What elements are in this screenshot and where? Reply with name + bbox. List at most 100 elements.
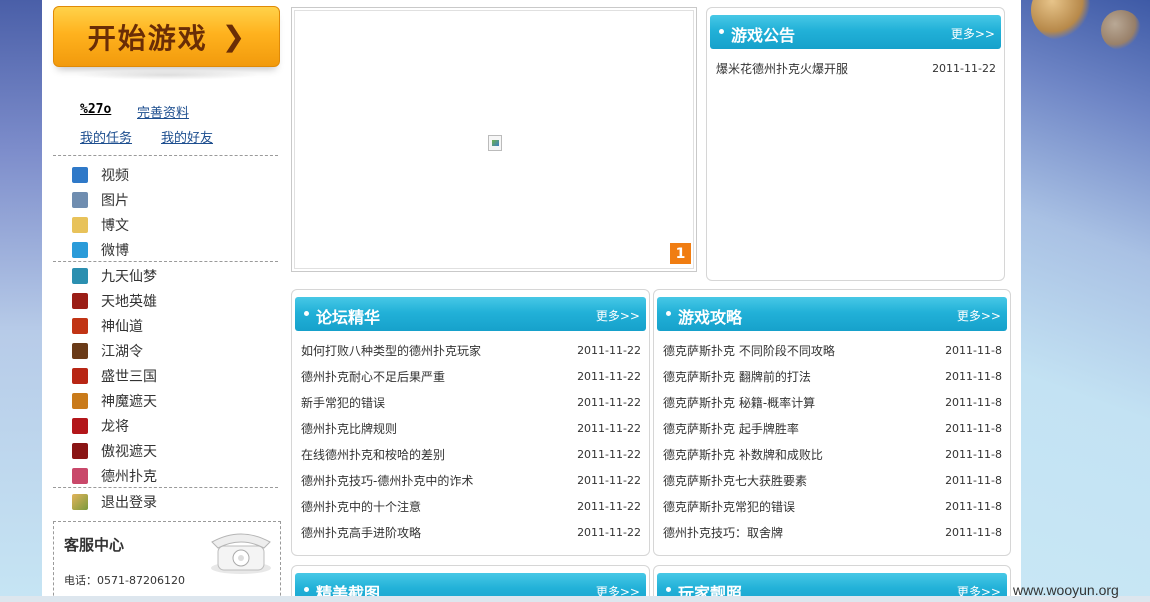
- forum-row: 如何打败八种类型的德州扑克玩家 2011-11-22: [301, 337, 641, 363]
- forum-panel: 论坛精华 更多>> 如何打败八种类型的德州扑克玩家 2011-11-22 德州扑克耐…: [291, 289, 650, 556]
- notice-panel: 游戏公告 更多>> 爆米花德州扑克火爆开服 2011-11-22: [706, 7, 1005, 281]
- button-shadow: [72, 70, 262, 80]
- guide-header: 游戏攻略 更多>>: [657, 297, 1007, 331]
- forum-more-link[interactable]: 更多>>: [596, 307, 640, 324]
- guide-link[interactable]: 德克萨斯扑克 起手牌胜率: [663, 420, 799, 437]
- shenxian-icon: [72, 318, 88, 334]
- guide-row: 德克萨斯扑克七大获胜要素 2011-11-8: [663, 467, 1002, 493]
- notice-row: 爆米花德州扑克火爆开服 2011-11-22: [716, 55, 996, 81]
- bullet-icon: [719, 29, 724, 34]
- start-game-button[interactable]: 开始游戏 ❯: [53, 6, 280, 67]
- guide-date: 2011-11-8: [945, 499, 1002, 513]
- forum-header: 论坛精华 更多>>: [295, 297, 646, 331]
- left-background: [0, 0, 42, 602]
- guide-row: 德克萨斯扑克 补数牌和成败比 2011-11-8: [663, 441, 1002, 467]
- game-menu-label: 九天仙梦: [101, 269, 157, 285]
- guide-link[interactable]: 德克萨斯扑克常犯的错误: [663, 498, 795, 515]
- complete-profile-link[interactable]: 完善资料: [137, 106, 189, 121]
- shenmo-icon: [72, 393, 88, 409]
- chevron-right-icon: ❯: [221, 20, 246, 53]
- guide-link[interactable]: 德克萨斯扑克 不同阶段不同攻略: [663, 342, 835, 359]
- media-menu-item[interactable]: 图片: [72, 190, 129, 210]
- forum-date: 2011-11-22: [577, 343, 641, 357]
- forum-date: 2011-11-22: [577, 499, 641, 513]
- game-menu-item[interactable]: 盛世三国: [72, 366, 157, 386]
- media-menu-label: 图片: [101, 193, 129, 209]
- forum-link[interactable]: 在线德州扑克和桉哈的差别: [301, 446, 445, 463]
- picture-icon: [72, 192, 88, 208]
- forum-row: 德州扑克技巧-德州扑克中的诈术 2011-11-22: [301, 467, 641, 493]
- guide-row: 德克萨斯扑克 翻牌前的打法 2011-11-8: [663, 363, 1002, 389]
- notice-date: 2011-11-22: [932, 61, 996, 75]
- notice-header: 游戏公告 更多>>: [710, 15, 1001, 49]
- game-menu-item[interactable]: 傲视遮天: [72, 441, 157, 461]
- game-menu-item[interactable]: 江湖令: [72, 341, 143, 361]
- guide-row: 德克萨斯扑克常犯的错误 2011-11-8: [663, 493, 1002, 519]
- divider: [53, 155, 278, 156]
- game-menu-item[interactable]: 神魔遮天: [72, 391, 157, 411]
- guide-row: 德克萨斯扑克 秘籍-概率计算 2011-11-8: [663, 389, 1002, 415]
- service-title: 客服中心: [64, 536, 125, 554]
- game-menu-item[interactable]: 天地英雄: [72, 291, 157, 311]
- game-menu-item[interactable]: 神仙道: [72, 316, 143, 336]
- decor-orb: [1031, 0, 1091, 40]
- logout-icon: [72, 494, 88, 510]
- horizontal-scrollbar[interactable]: [0, 596, 1150, 602]
- guide-link[interactable]: 德克萨斯扑克七大获胜要素: [663, 472, 807, 489]
- forum-link[interactable]: 德州扑克比牌规则: [301, 420, 397, 437]
- banner-slider[interactable]: 1: [291, 7, 697, 272]
- bullet-icon: [666, 311, 671, 316]
- my-tasks-link[interactable]: 我的任务: [80, 131, 132, 146]
- username[interactable]: %27o: [80, 102, 111, 117]
- media-menu-label: 视频: [101, 168, 129, 184]
- notice-more-link[interactable]: 更多>>: [951, 25, 995, 42]
- game-menu-label: 天地英雄: [101, 294, 157, 310]
- notice-link[interactable]: 爆米花德州扑克火爆开服: [716, 60, 848, 77]
- customer-service-box: 客服中心 电话：0571-87206120: [53, 521, 281, 602]
- media-menu-item[interactable]: 微博: [72, 240, 129, 260]
- aoshi-icon: [72, 443, 88, 459]
- forum-date: 2011-11-22: [577, 447, 641, 461]
- guide-more-link[interactable]: 更多>>: [957, 307, 1001, 324]
- game-menu-item[interactable]: 九天仙梦: [72, 266, 157, 286]
- game-menu-label: 神仙道: [101, 319, 143, 335]
- decor-orb: [1101, 10, 1141, 50]
- bullet-icon: [666, 587, 671, 592]
- forum-link[interactable]: 德州扑克中的十个注意: [301, 498, 421, 515]
- video-icon: [72, 167, 88, 183]
- guide-link[interactable]: 德州扑克技巧：取舍牌: [663, 524, 783, 541]
- my-friends-link[interactable]: 我的好友: [161, 131, 213, 146]
- media-menu-item[interactable]: 视频: [72, 165, 129, 185]
- forum-date: 2011-11-22: [577, 473, 641, 487]
- guide-panel: 游戏攻略 更多>> 德克萨斯扑克 不同阶段不同攻略 2011-11-8 德克萨斯扑克…: [653, 289, 1011, 556]
- forum-row: 德州扑克比牌规则 2011-11-22: [301, 415, 641, 441]
- guide-date: 2011-11-8: [945, 395, 1002, 409]
- forum-link[interactable]: 德州扑克技巧-德州扑克中的诈术: [301, 472, 473, 489]
- sanguo-icon: [72, 368, 88, 384]
- guide-date: 2011-11-8: [945, 473, 1002, 487]
- logout-item[interactable]: 退出登录: [72, 492, 157, 512]
- right-background: [1021, 0, 1150, 602]
- game-menu-label: 神魔遮天: [101, 394, 157, 410]
- media-menu-label: 微博: [101, 243, 129, 259]
- forum-link[interactable]: 如何打败八种类型的德州扑克玩家: [301, 342, 481, 359]
- guide-link[interactable]: 德克萨斯扑克 秘籍-概率计算: [663, 394, 815, 411]
- forum-list: 如何打败八种类型的德州扑克玩家 2011-11-22 德州扑克耐心不足后果严重 201…: [301, 337, 641, 545]
- game-menu-item[interactable]: 德州扑克: [72, 466, 157, 486]
- forum-link[interactable]: 德州扑克耐心不足后果严重: [301, 368, 445, 385]
- media-menu-item[interactable]: 博文: [72, 215, 129, 235]
- forum-row: 在线德州扑克和桉哈的差别 2011-11-22: [301, 441, 641, 467]
- poker-icon: [72, 468, 88, 484]
- watermark: www.wooyun.org: [1013, 582, 1119, 598]
- guide-link[interactable]: 德克萨斯扑克 翻牌前的打法: [663, 368, 811, 385]
- game-menu-item[interactable]: 龙将: [72, 416, 129, 436]
- book-icon: [72, 217, 88, 233]
- forum-link[interactable]: 新手常犯的错误: [301, 394, 385, 411]
- forum-link[interactable]: 德州扑克高手进阶攻略: [301, 524, 421, 541]
- forum-date: 2011-11-22: [577, 525, 641, 539]
- jiutian-icon: [72, 268, 88, 284]
- slide-index-button[interactable]: 1: [670, 243, 691, 264]
- game-menu-label: 江湖令: [101, 344, 143, 360]
- guide-link[interactable]: 德克萨斯扑克 补数牌和成败比: [663, 446, 823, 463]
- main-page: 开始游戏 ❯ %27o 完善资料 我的任务 我的好友 视频图片博文微博 九天仙梦…: [42, 0, 1021, 602]
